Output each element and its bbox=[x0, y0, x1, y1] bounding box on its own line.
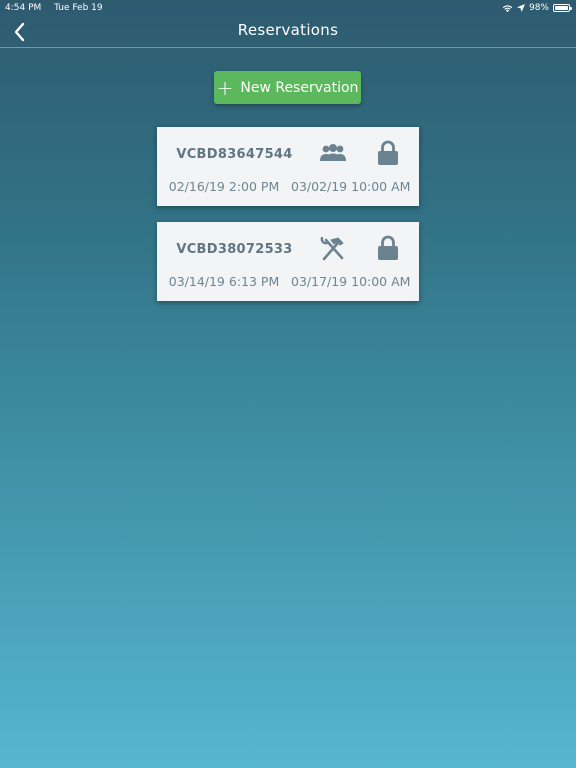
reservation-code: VCBD38072533 bbox=[176, 242, 293, 257]
new-reservation-label: New Reservation bbox=[240, 79, 359, 96]
location-arrow-icon bbox=[516, 4, 525, 12]
lock-icon bbox=[378, 140, 398, 165]
reservation-start: 02/16/19 2:00 PM bbox=[168, 179, 280, 194]
tools-icon bbox=[320, 236, 344, 261]
page-title: Reservations bbox=[237, 21, 339, 39]
status-bar: 4:54 PM Tue Feb 19 98% bbox=[0, 0, 576, 16]
new-reservation-button[interactable]: + New Reservation bbox=[214, 71, 361, 104]
reservation-card[interactable]: VCBD83647544 02/16/19 2:00 PM 03/02/19 1… bbox=[157, 127, 419, 206]
battery-icon bbox=[553, 4, 572, 12]
battery-percent: 98% bbox=[528, 3, 549, 13]
wifi-icon bbox=[502, 4, 513, 12]
status-date: Tue Feb 19 bbox=[54, 3, 103, 13]
reservation-card[interactable]: VCBD38072533 03/14/19 6:13 PM 03/17/19 1… bbox=[157, 222, 419, 301]
reservation-end: 03/17/19 10:00 AM bbox=[291, 274, 411, 289]
status-time: 4:54 PM bbox=[5, 3, 42, 13]
status-right: 98% bbox=[502, 0, 572, 16]
status-left: 4:54 PM Tue Feb 19 bbox=[5, 0, 113, 16]
reservation-start: 03/14/19 6:13 PM bbox=[168, 274, 280, 289]
lock-icon bbox=[378, 235, 398, 260]
reservation-end: 03/02/19 10:00 AM bbox=[291, 179, 411, 194]
group-icon bbox=[320, 144, 346, 161]
reservation-code: VCBD83647544 bbox=[176, 147, 293, 162]
plus-icon: + bbox=[216, 75, 234, 100]
nav-bar: Reservations bbox=[0, 16, 576, 48]
battery-fill bbox=[555, 6, 568, 10]
